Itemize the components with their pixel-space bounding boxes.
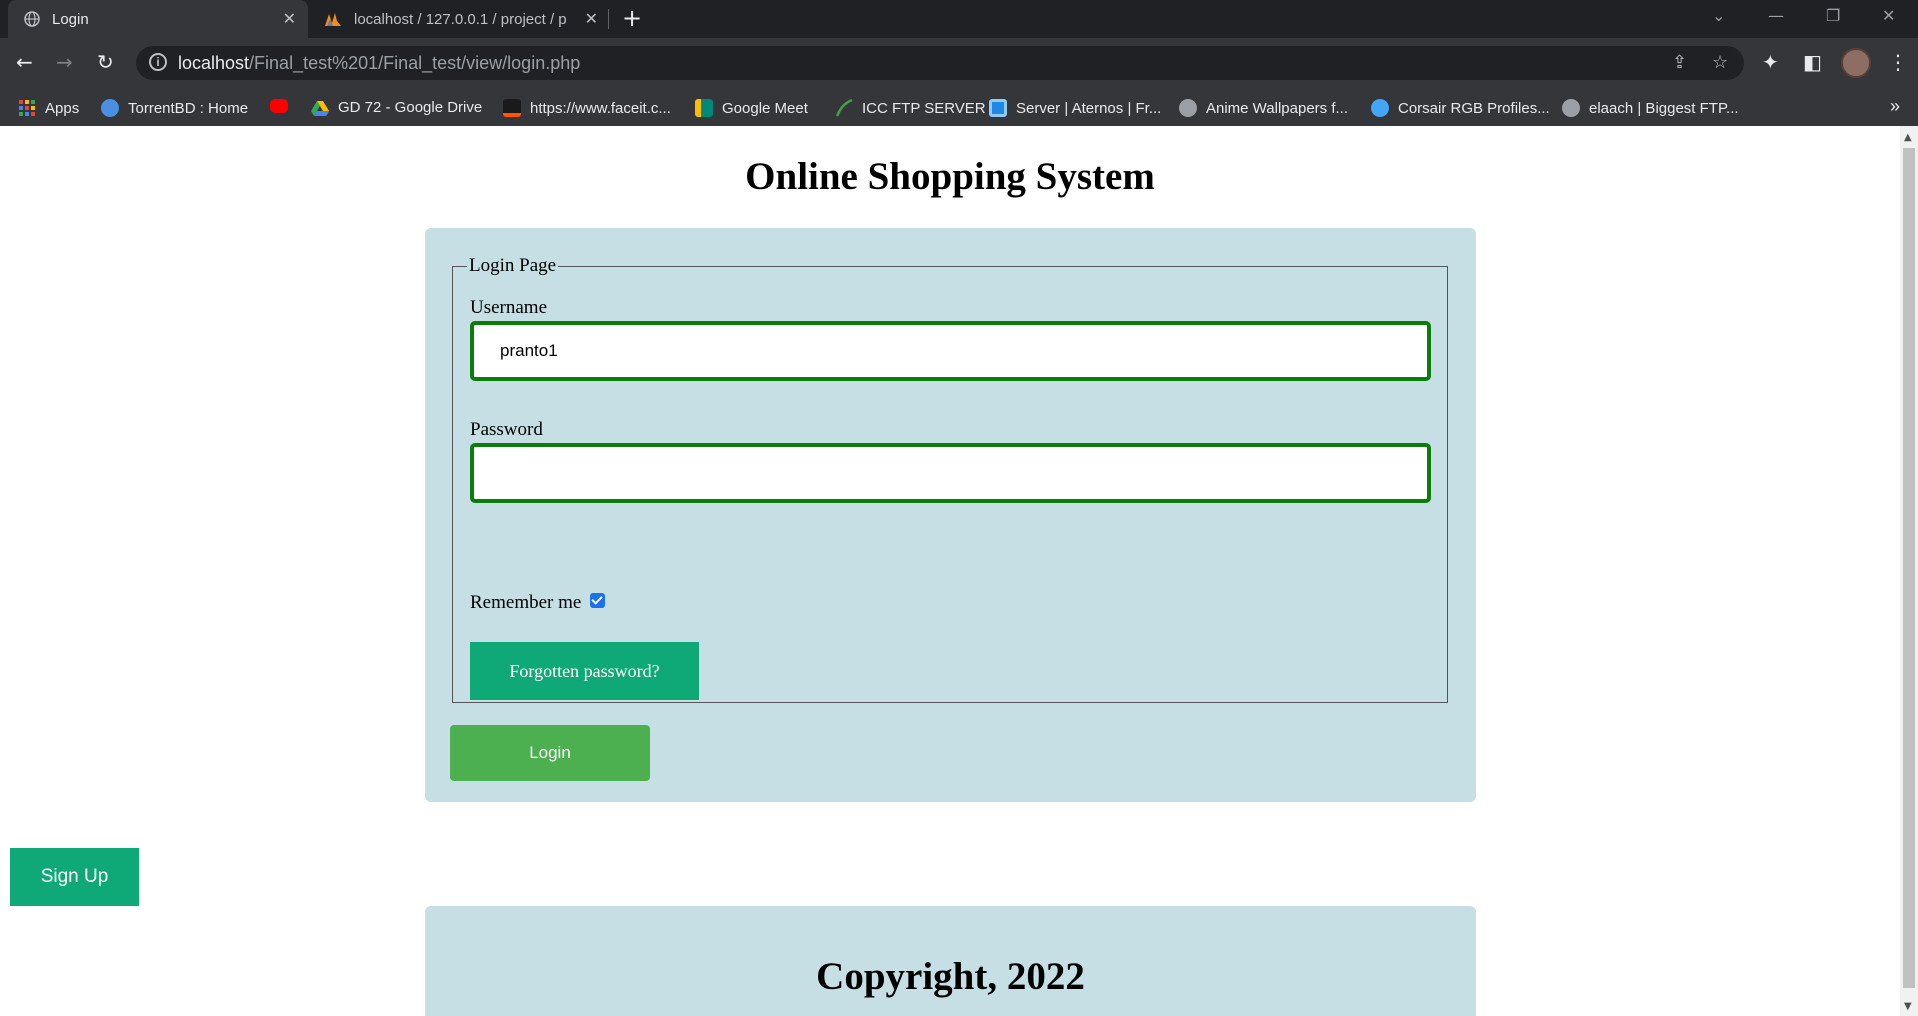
google-drive-icon bbox=[311, 100, 329, 116]
login-card: Login Page Username Password Remember me… bbox=[425, 228, 1476, 802]
bookmark-label: Server | Aternos | Fr... bbox=[1016, 99, 1162, 117]
tab-strip: Login ✕ localhost / 127.0.0.1 / project … bbox=[0, 0, 1918, 38]
bookmarks-overflow-icon[interactable]: » bbox=[1890, 96, 1900, 117]
bookmarks-bar: Apps TorrentBD : Home GD 72 - Google Dri… bbox=[0, 90, 1918, 126]
bookmark-google-meet[interactable]: Google Meet bbox=[695, 99, 808, 117]
close-icon[interactable]: ✕ bbox=[283, 9, 296, 29]
page-title: Online Shopping System bbox=[745, 155, 1155, 198]
bookmark-label: elaach | Biggest FTP... bbox=[1589, 99, 1739, 117]
bookmark-apps[interactable]: Apps bbox=[18, 99, 79, 117]
bookmark-star-icon[interactable]: ☆ bbox=[1712, 52, 1728, 73]
icc-ftp-icon bbox=[835, 99, 853, 117]
bookmark-label: Apps bbox=[45, 99, 80, 117]
tab-login[interactable]: Login ✕ bbox=[8, 0, 308, 38]
login-button[interactable]: Login bbox=[450, 725, 650, 781]
tab-search-icon[interactable]: ⌄ bbox=[1712, 6, 1725, 25]
bookmark-label: Corsair RGB Profiles... bbox=[1398, 99, 1550, 117]
scroll-up-icon[interactable]: ▲ bbox=[1904, 132, 1912, 143]
phpmyadmin-icon bbox=[325, 13, 341, 26]
tab-divider bbox=[608, 9, 609, 29]
new-tab-button[interactable]: + bbox=[622, 4, 642, 32]
minimize-icon[interactable]: — bbox=[1768, 6, 1784, 25]
faceit-icon bbox=[503, 99, 521, 117]
aternos-icon bbox=[989, 99, 1007, 117]
avatar[interactable] bbox=[1841, 48, 1871, 78]
bookmark-faceit[interactable]: https://www.faceit.c... bbox=[503, 99, 671, 117]
side-panel-icon[interactable]: ◧ bbox=[1803, 50, 1822, 74]
google-meet-icon bbox=[695, 99, 713, 117]
close-icon[interactable]: ✕ bbox=[585, 9, 598, 29]
bookmark-anime-wallpapers[interactable]: Anime Wallpapers f... bbox=[1179, 99, 1348, 117]
apps-grid-icon bbox=[19, 100, 35, 116]
sign-up-button[interactable]: Sign Up bbox=[10, 848, 139, 906]
extensions-icon[interactable]: ✦ bbox=[1762, 50, 1779, 74]
corsair-icon bbox=[1371, 99, 1389, 117]
forward-icon[interactable]: → bbox=[56, 50, 73, 74]
restore-icon[interactable]: ❐ bbox=[1826, 6, 1840, 25]
password-input[interactable] bbox=[470, 443, 1431, 503]
reload-icon[interactable]: ↻ bbox=[97, 50, 114, 74]
remember-me-label: Remember me bbox=[470, 592, 582, 613]
url-host: localhost bbox=[178, 52, 250, 73]
vertical-scrollbar[interactable]: ▲ ▼ bbox=[1900, 126, 1918, 1016]
globe-icon bbox=[1179, 99, 1197, 117]
bookmark-label: ICC FTP SERVER bbox=[862, 99, 986, 117]
bookmark-label: GD 72 - Google Drive bbox=[338, 99, 483, 116]
forgot-password-button[interactable]: Forgotten password? bbox=[470, 642, 699, 700]
bookmark-google-drive[interactable]: GD 72 - Google Drive bbox=[311, 99, 482, 116]
globe-icon bbox=[1562, 99, 1580, 117]
browser-toolbar: ← → ↻ i localhost/Final_test%201/Final_t… bbox=[0, 38, 1918, 90]
tab-phpmyadmin[interactable]: localhost / 127.0.0.1 / project / p ✕ bbox=[314, 0, 610, 38]
fieldset-legend: Login Page bbox=[469, 255, 557, 276]
password-label: Password bbox=[470, 419, 543, 440]
copyright-text: Copyright, 2022 bbox=[816, 955, 1085, 998]
bookmark-aternos[interactable]: Server | Aternos | Fr... bbox=[989, 99, 1161, 117]
share-icon[interactable]: ⇪ bbox=[1672, 52, 1687, 73]
bookmark-torrentbd[interactable]: TorrentBD : Home bbox=[101, 99, 248, 117]
remember-me-checkbox[interactable] bbox=[590, 592, 606, 608]
tab-title: Login bbox=[52, 10, 89, 28]
scroll-thumb[interactable] bbox=[1903, 148, 1915, 988]
bookmark-youtube[interactable] bbox=[270, 99, 297, 113]
site-info-icon[interactable]: i bbox=[149, 53, 167, 71]
bookmark-label: Google Meet bbox=[722, 99, 808, 117]
tab-title: localhost / 127.0.0.1 / project / p bbox=[354, 10, 567, 28]
username-input[interactable] bbox=[470, 321, 1431, 381]
menu-icon[interactable]: ⋮ bbox=[1888, 50, 1908, 74]
address-bar[interactable]: i localhost/Final_test%201/Final_test/vi… bbox=[136, 46, 1744, 80]
page-viewport: Online Shopping System Login Page Userna… bbox=[0, 126, 1900, 1016]
bookmark-label: https://www.faceit.c... bbox=[530, 99, 671, 117]
login-fieldset: Login Page Username Password Remember me… bbox=[452, 255, 1448, 703]
bookmark-corsair[interactable]: Corsair RGB Profiles... bbox=[1371, 99, 1550, 117]
bookmark-icc-ftp[interactable]: ICC FTP SERVER bbox=[835, 99, 986, 117]
footer: Copyright, 2022 bbox=[425, 906, 1476, 1016]
torrentbd-icon bbox=[101, 99, 119, 117]
scroll-down-icon[interactable]: ▼ bbox=[1904, 1001, 1912, 1012]
url-path: /Final_test%201/Final_test/view/login.ph… bbox=[249, 52, 581, 73]
username-label: Username bbox=[470, 297, 548, 318]
globe-icon bbox=[24, 11, 40, 27]
window-close-icon[interactable]: ✕ bbox=[1882, 6, 1895, 25]
bookmark-label: TorrentBD : Home bbox=[128, 99, 249, 117]
remember-me: Remember me bbox=[470, 592, 606, 614]
bookmark-label: Anime Wallpapers f... bbox=[1206, 99, 1348, 117]
bookmark-elaach[interactable]: elaach | Biggest FTP... bbox=[1562, 99, 1739, 117]
back-icon[interactable]: ← bbox=[16, 50, 33, 74]
youtube-icon bbox=[270, 99, 288, 113]
